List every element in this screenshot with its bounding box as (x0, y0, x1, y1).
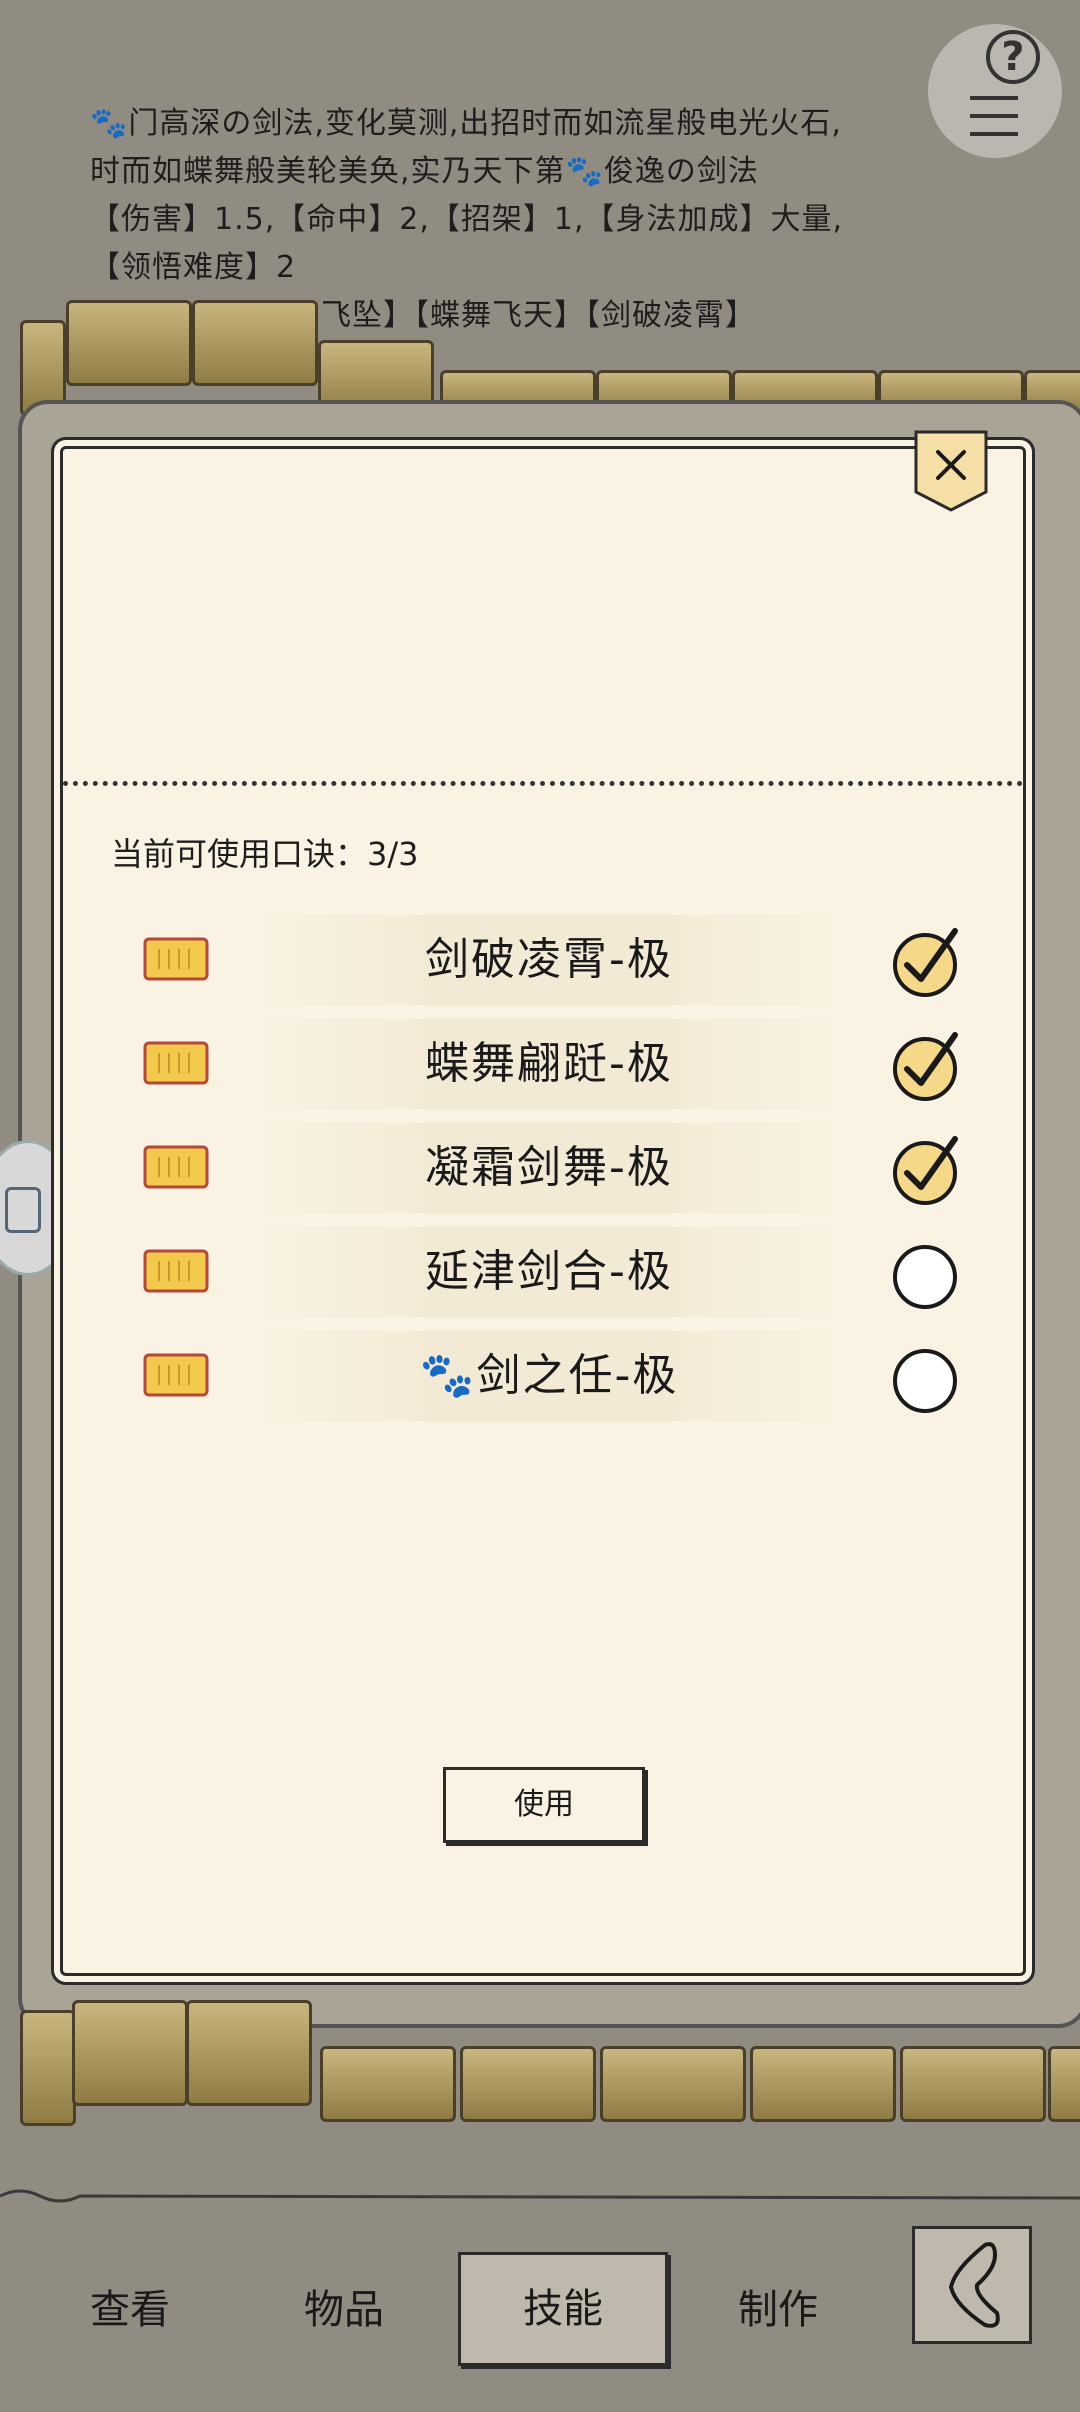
description-line: 【伤害】1.5,【命中】2,【招架】1,【身法加成】大量, (90, 202, 844, 237)
skill-row[interactable]: 🐾剑之任-极 (139, 1331, 959, 1421)
checkmark-icon[interactable] (889, 1131, 965, 1207)
help-icon: ? (986, 30, 1040, 84)
checkmark-icon[interactable] (889, 923, 965, 999)
scroll-chip-icon (143, 937, 209, 981)
description-line: 时而如蝶舞般美轮美奂,实乃天下第🐾俊逸の剑法 (90, 154, 759, 189)
use-button[interactable]: 使用 (443, 1767, 645, 1843)
skill-name: 剑破凌霄-极 (425, 934, 673, 985)
scroll-chip-icon (143, 1249, 209, 1293)
skill-row[interactable]: 凝霜剑舞-极 (139, 1123, 959, 1213)
skill-name: 延津剑合-极 (425, 1246, 673, 1297)
close-icon[interactable] (912, 428, 990, 514)
menu-icon (970, 96, 1018, 150)
scroll-rod-top (20, 300, 1080, 416)
back-arrow-icon (948, 2242, 1000, 2328)
skill-row[interactable]: 蝶舞翩跹-极 (139, 1019, 959, 1109)
nav-craft[interactable]: 制作 (708, 2250, 848, 2370)
scroll-rod-bottom (20, 1990, 1080, 2140)
skill-row[interactable]: 剑破凌霄-极 (139, 915, 959, 1005)
scroll-chip-icon (143, 1041, 209, 1085)
checkmark-icon[interactable] (889, 1027, 965, 1103)
ink-divider (0, 2189, 1080, 2203)
nav-skills[interactable]: 技能 (458, 2252, 668, 2366)
description-line: 🐾门高深の剑法,变化莫测,出招时而如流星般电光火石, (90, 106, 842, 141)
dotted-divider (63, 781, 1023, 786)
mantra-dialog: 当前可使用口诀：3/3 剑破凌霄-极 蝶舞翩跹-极 凝霜剑舞-极 延津剑合-极 … (60, 446, 1026, 1976)
nav-items[interactable]: 物品 (274, 2250, 414, 2370)
skill-name: 蝶舞翩跹-极 (425, 1038, 673, 1089)
help-menu-button[interactable]: ? (928, 24, 1062, 158)
description-line: 【领悟难度】2 (90, 250, 297, 285)
scroll-chip-icon (143, 1353, 209, 1397)
back-button[interactable] (912, 2226, 1032, 2344)
skill-name: 凝霜剑舞-极 (425, 1142, 673, 1193)
empty-checkbox-icon[interactable] (889, 1235, 965, 1311)
nav-view[interactable]: 查看 (60, 2250, 200, 2370)
empty-checkbox-icon[interactable] (889, 1339, 965, 1415)
mantra-quota-label: 当前可使用口诀：3/3 (111, 835, 419, 873)
skill-row[interactable]: 延津剑合-极 (139, 1227, 959, 1317)
skill-name: 🐾剑之任-极 (419, 1350, 679, 1401)
side-tab-icon (5, 1187, 41, 1233)
scroll-chip-icon (143, 1145, 209, 1189)
